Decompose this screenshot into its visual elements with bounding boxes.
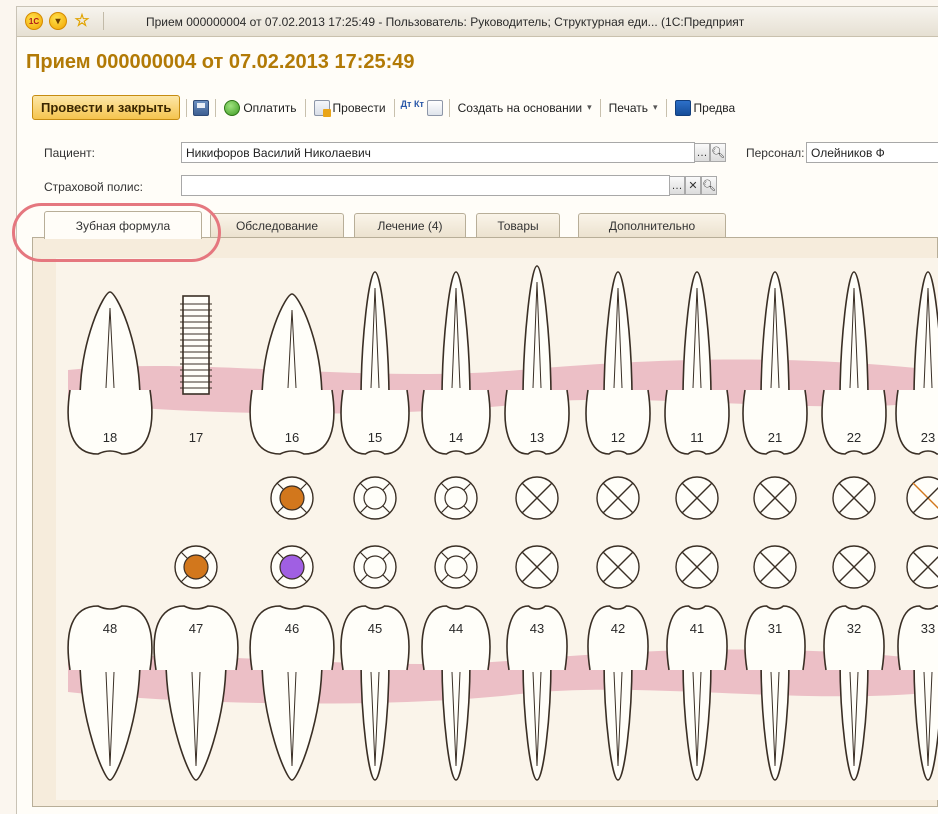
tooth-crown: [506, 605, 568, 671]
dental-chart: 18 17 16 15 14 13 12 11 21 22 23 48 47 46 45 44 43 42 41 31…: [67, 265, 938, 781]
filling-status-dot: [183, 554, 209, 580]
filling-status-dot: [279, 485, 305, 511]
marker-inner-ring: [444, 486, 468, 510]
tooth-number-21: 21: [768, 430, 782, 445]
tooth-crown: [67, 605, 153, 671]
tooth-number-11: 11: [690, 430, 704, 445]
tooth-number-32: 32: [847, 621, 861, 636]
marker-inner-ring: [363, 555, 387, 579]
tooth-crown: [744, 605, 806, 671]
implant-icon: [182, 295, 210, 395]
tooth-number-33: 33: [921, 621, 935, 636]
tooth-root: [261, 293, 323, 401]
tooth-number-45: 45: [368, 621, 382, 636]
tooth-number-14: 14: [449, 430, 463, 445]
tooth-number-41: 41: [690, 621, 704, 636]
tooth-number-17: 17: [189, 430, 203, 445]
filling-status-dot: [279, 554, 305, 580]
tooth-number-46: 46: [285, 621, 299, 636]
tooth-number-43: 43: [530, 621, 544, 636]
tooth-number-16: 16: [285, 430, 299, 445]
tooth-number-13: 13: [530, 430, 544, 445]
tooth-number-22: 22: [847, 430, 861, 445]
tooth-status-marker: [906, 545, 938, 589]
tooth-number-48: 48: [103, 621, 117, 636]
tooth-crown: [587, 605, 649, 671]
tooth-crown: [897, 605, 938, 671]
tooth-number-12: 12: [611, 430, 625, 445]
tooth-crown: [421, 605, 491, 671]
tooth-number-31: 31: [768, 621, 782, 636]
tooth-number-18: 18: [103, 430, 117, 445]
tooth-crown: [823, 605, 885, 671]
tooth-number-15: 15: [368, 430, 382, 445]
marker-inner-ring: [363, 486, 387, 510]
tooth-number-23: 23: [921, 430, 935, 445]
tooth-crown: [340, 605, 410, 671]
marker-inner-ring: [444, 555, 468, 579]
tooth-number-44: 44: [449, 621, 463, 636]
tab-dental-formula[interactable]: Зубная формула: [44, 211, 202, 239]
tooth-crown: [153, 605, 239, 671]
tooth-number-42: 42: [611, 621, 625, 636]
app-root: 1С ▾ ☆ Прием 000000004 от 07.02.2013 17:…: [0, 0, 938, 814]
tooth-number-47: 47: [189, 621, 203, 636]
tooth-crown: [249, 605, 335, 671]
tooth-crown: [666, 605, 728, 671]
tooth-status-marker: [906, 476, 938, 520]
